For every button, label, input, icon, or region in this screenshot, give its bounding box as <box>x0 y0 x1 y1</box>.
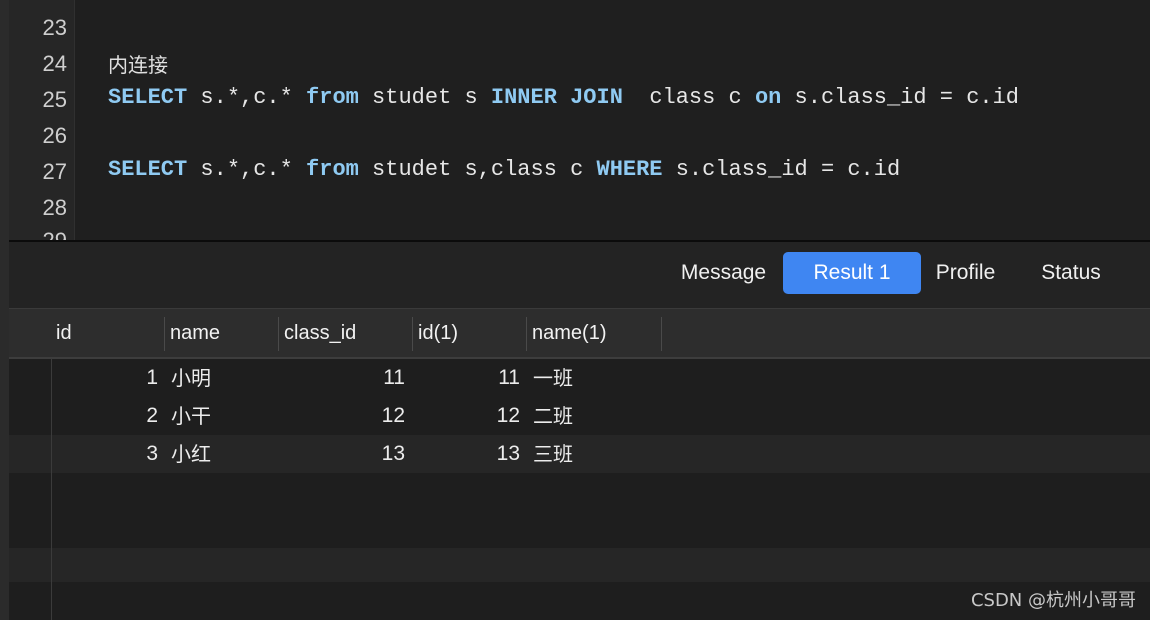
column-header-class-id[interactable]: class_id <box>278 309 412 357</box>
cell-name-1[interactable]: 一班 <box>533 359 661 397</box>
code-text: SELECT s.*,c.* from studet s,class c WHE… <box>108 157 900 182</box>
cell-name[interactable]: 小红 <box>171 435 281 473</box>
watermark: CSDN @杭州小哥哥 <box>970 590 1136 611</box>
sql-text: s.class_id = c.id <box>781 85 1019 110</box>
cell-id[interactable]: 2 <box>50 397 158 435</box>
cell-id-1[interactable]: 13 <box>412 435 520 473</box>
sql-editor[interactable]: 23 24 内连接 25 SELECT s.*,c.* from studet … <box>9 0 1150 240</box>
line-number: 29 <box>9 228 67 240</box>
cell-id[interactable]: 3 <box>50 435 158 473</box>
table-row[interactable]: 1 小明 11 11 一班 <box>9 359 1150 397</box>
column-header-id-1[interactable]: id(1) <box>412 309 526 357</box>
column-resize-handle[interactable] <box>661 317 662 351</box>
table-row[interactable]: 2 小干 12 12 二班 <box>9 397 1150 435</box>
code-line[interactable]: 29 <box>9 228 1150 240</box>
cell-id[interactable]: 1 <box>50 359 158 397</box>
line-number: 23 <box>42 15 67 40</box>
cell-class-id[interactable]: 11 <box>278 359 405 397</box>
grid-header: id name class_id id(1) name(1) <box>9 308 1150 359</box>
cell-name-1[interactable]: 二班 <box>533 397 661 435</box>
code-line[interactable]: 23 <box>9 8 1150 44</box>
sql-keyword: INNER JOIN <box>490 85 623 110</box>
table-row[interactable]: 3 小红 13 13 三班 <box>9 435 1150 473</box>
sql-text: s.*,c.* <box>187 157 307 182</box>
code-line[interactable]: 28 <box>9 188 1150 224</box>
tab-result-1[interactable]: Result 1 <box>783 252 921 294</box>
sql-text: studet s <box>358 85 491 110</box>
line-number: 27 <box>42 159 67 184</box>
tab-status[interactable]: Status <box>1013 252 1129 294</box>
left-edge-strip <box>0 0 9 620</box>
row-number-gutter <box>9 358 52 620</box>
code-line[interactable]: 26 <box>9 116 1150 152</box>
sql-keyword: SELECT <box>108 157 188 182</box>
line-number: 24 <box>42 51 67 76</box>
line-number: 25 <box>42 87 67 112</box>
cell-class-id[interactable]: 12 <box>278 397 405 435</box>
sql-keyword: on <box>754 85 782 110</box>
tab-profile[interactable]: Profile <box>908 252 1023 294</box>
code-comment: 内连接 <box>108 53 168 77</box>
code-text: SELECT s.*,c.* from studet s INNER JOIN … <box>108 85 1019 110</box>
cell-name[interactable]: 小明 <box>171 359 281 397</box>
code-text: 内连接 <box>108 49 168 79</box>
cell-id-1[interactable]: 12 <box>412 397 520 435</box>
cell-id-1[interactable]: 11 <box>412 359 520 397</box>
result-tab-bar: Message Result 1 Profile Status <box>9 242 1150 308</box>
code-line[interactable]: 25 SELECT s.*,c.* from studet s INNER JO… <box>9 80 1150 116</box>
sql-keyword: from <box>306 85 359 110</box>
sql-keyword: from <box>306 157 359 182</box>
tab-message[interactable]: Message <box>654 252 793 294</box>
line-number: 28 <box>42 195 67 220</box>
column-header-name[interactable]: name <box>164 309 278 357</box>
empty-row-band <box>9 548 1150 582</box>
cell-name[interactable]: 小干 <box>171 397 281 435</box>
sql-keyword: WHERE <box>596 157 663 182</box>
line-number: 26 <box>42 123 67 148</box>
sql-keyword: SELECT <box>108 85 188 110</box>
result-grid[interactable]: id name class_id id(1) name(1) 1 小明 11 1… <box>9 308 1150 620</box>
code-line[interactable]: 27 SELECT s.*,c.* from studet s,class c … <box>9 152 1150 188</box>
column-header-id[interactable]: id <box>50 309 164 357</box>
sql-text: studet s,class c <box>358 157 597 182</box>
cell-class-id[interactable]: 13 <box>278 435 405 473</box>
sql-text: class c <box>622 85 755 110</box>
cell-name-1[interactable]: 三班 <box>533 435 661 473</box>
column-header-name-1[interactable]: name(1) <box>526 309 661 357</box>
code-line[interactable]: 24 内连接 <box>9 44 1150 80</box>
sql-text: s.class_id = c.id <box>662 157 901 182</box>
sql-text: s.*,c.* <box>187 85 307 110</box>
